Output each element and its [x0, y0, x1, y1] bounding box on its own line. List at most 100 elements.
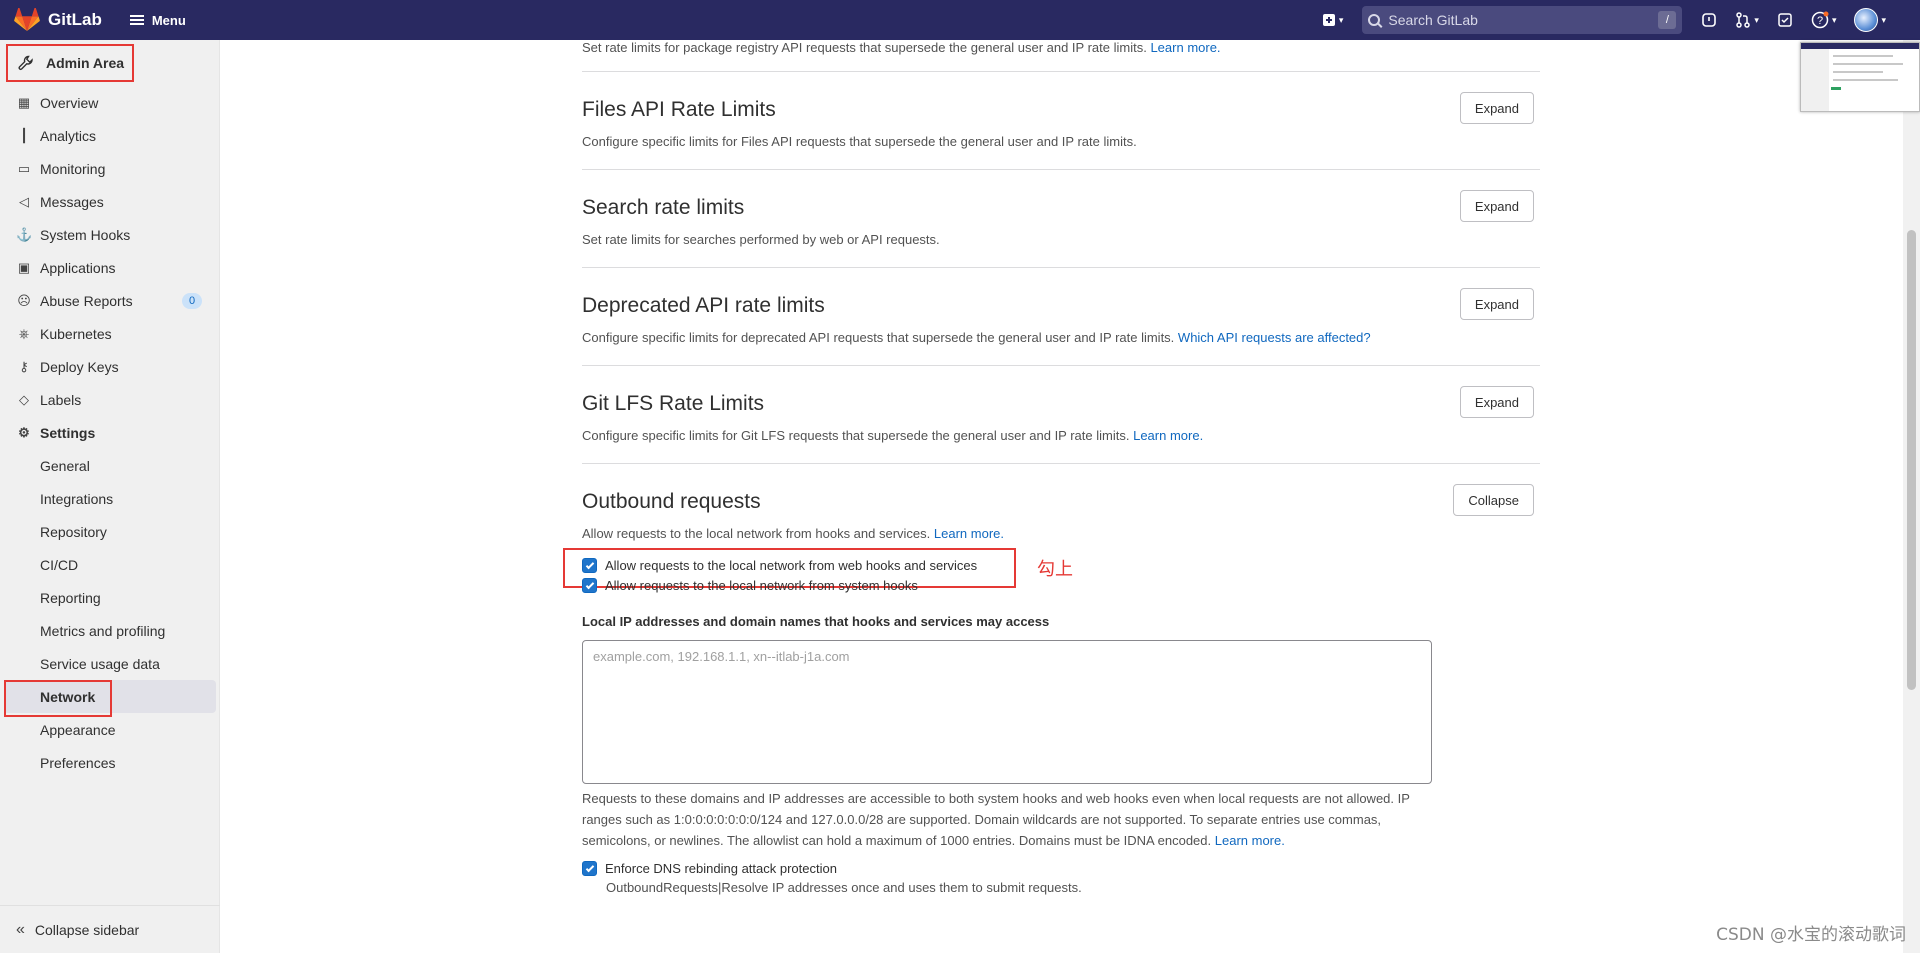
page-scrollbar[interactable]: [1903, 40, 1920, 953]
svg-text:?: ?: [1817, 15, 1823, 27]
sidebar-item-label: Deploy Keys: [40, 358, 119, 375]
sidebar-item-label: Analytics: [40, 127, 97, 144]
allowlist-textarea[interactable]: [582, 640, 1432, 784]
expand-button[interactable]: Expand: [1459, 190, 1534, 222]
checkbox-label: Enforce DNS rebinding attack protection: [605, 861, 837, 876]
overview-icon: ▦: [17, 94, 31, 110]
section-desc: Configure specific limits for deprecated…: [582, 330, 1371, 345]
sidebar-item-label: Kubernetes: [40, 325, 112, 342]
settings-sub-repository[interactable]: Repository: [0, 515, 220, 548]
section-title: Deprecated API rate limits: [582, 294, 825, 317]
dns-rebinding-checkbox[interactable]: [582, 861, 597, 876]
bullhorn-icon: ◁: [19, 193, 29, 209]
sidebar-item-system-hooks[interactable]: ⚓ System Hooks: [0, 218, 220, 251]
sub-item-label: Appearance: [40, 721, 116, 738]
settings-sub-service-usage[interactable]: Service usage data: [0, 647, 220, 680]
expand-button[interactable]: Expand: [1459, 92, 1534, 124]
menu-button[interactable]: Menu: [129, 12, 186, 28]
section-desc: Configure specific limits for Files API …: [582, 134, 1137, 149]
double-chevron-left-icon: «: [16, 920, 25, 938]
sidebar-item-settings[interactable]: ⚙ Settings: [0, 416, 220, 449]
count-badge: 0: [182, 293, 202, 309]
learn-more-link[interactable]: Learn more.: [1133, 428, 1203, 443]
sub-item-label: Network: [40, 688, 96, 705]
sub-item-label: Service usage data: [40, 655, 160, 672]
section-desc: Set rate limits for searches performed b…: [582, 232, 940, 247]
sidebar-item-label: Abuse Reports: [40, 292, 133, 309]
sidebar-item-analytics[interactable]: ┃ Analytics: [0, 119, 220, 152]
settings-sub-appearance[interactable]: Appearance: [0, 713, 220, 746]
sub-item-label: General: [40, 457, 90, 474]
section-files-api: Files API Rate Limits Configure specific…: [582, 71, 1540, 169]
expand-button[interactable]: Expand: [1459, 288, 1534, 320]
search-box[interactable]: /: [1362, 6, 1683, 34]
user-menu[interactable]: ▾: [1854, 8, 1886, 32]
learn-more-link[interactable]: Learn more.: [934, 526, 1004, 541]
annotation-text: 勾上: [1037, 559, 1073, 580]
section-outbound-requests: Outbound requests Allow requests to the …: [563, 463, 1540, 953]
checkbox-label: Allow requests to the local network from…: [605, 558, 978, 573]
settings-sub-preferences[interactable]: Preferences: [0, 746, 220, 779]
monitor-icon: ▭: [17, 160, 31, 176]
package-registry-desc: Set rate limits for package registry API…: [582, 40, 1221, 55]
dns-rebinding-option: Enforce DNS rebinding attack protection: [582, 861, 837, 876]
avatar: [1854, 8, 1879, 32]
sub-item-label: Integrations: [40, 490, 114, 507]
sidebar-item-overview[interactable]: ▦ Overview: [0, 86, 220, 119]
collapse-sidebar-button[interactable]: « Collapse sidebar: [0, 905, 220, 953]
settings-sub-general[interactable]: General: [0, 449, 220, 482]
settings-sub-integrations[interactable]: Integrations: [0, 482, 220, 515]
chart-icon: ┃: [20, 127, 28, 143]
top-navbar: GitLab Menu ▾ / ▾ ? ▾ ▾: [0, 0, 1920, 40]
label-icon: ◇: [19, 391, 29, 407]
sidebar-item-kubernetes[interactable]: ⎈ Kubernetes: [0, 317, 220, 350]
allow-web-hooks-option: Allow requests to the local network from…: [582, 558, 977, 573]
new-item-icon[interactable]: ▾: [1322, 13, 1343, 27]
scrollbar-thumb[interactable]: [1907, 230, 1916, 690]
check-icon: [585, 863, 594, 872]
sub-item-label: Repository: [40, 523, 107, 540]
allowlist-help-text: Requests to these domains and IP address…: [582, 791, 1410, 848]
allow-web-hooks-checkbox[interactable]: [582, 558, 597, 573]
allow-system-hooks-checkbox[interactable]: [582, 578, 597, 593]
issues-icon[interactable]: [1701, 12, 1717, 28]
section-desc: Configure specific limits for Git LFS re…: [582, 428, 1204, 443]
sidebar-item-label: Settings: [40, 424, 96, 441]
top-right-controls: ▾ / ▾ ? ▾ ▾: [1313, 0, 1920, 40]
abuse-icon: ☹: [17, 292, 31, 308]
sidebar-item-labels[interactable]: ◇ Labels: [0, 383, 220, 416]
section-deprecated-api: Deprecated API rate limits Configure spe…: [582, 267, 1540, 365]
sub-item-label: Preferences: [40, 754, 116, 771]
learn-more-link[interactable]: Learn more.: [1215, 833, 1285, 848]
search-input[interactable]: [1388, 12, 1659, 28]
merge-requests-icon[interactable]: ▾: [1735, 12, 1759, 28]
check-icon: [585, 560, 594, 569]
expand-button[interactable]: Expand: [1459, 386, 1534, 418]
collapse-button[interactable]: Collapse: [1453, 484, 1534, 516]
sidebar-item-messages[interactable]: ◁ Messages: [0, 185, 220, 218]
help-icon[interactable]: ? ▾: [1811, 11, 1836, 29]
settings-sub-network[interactable]: Network: [4, 680, 216, 717]
brand-name: GitLab: [48, 10, 102, 29]
sub-item-label: Metrics and profiling: [40, 622, 166, 639]
sidebar-item-deploy-keys[interactable]: ⚷ Deploy Keys: [0, 350, 220, 383]
sidebar-item-abuse-reports[interactable]: ☹ Abuse Reports 0: [0, 284, 220, 317]
gitlab-logo[interactable]: GitLab: [14, 8, 102, 32]
sidebar-item-applications[interactable]: ▣ Applications: [0, 251, 220, 284]
menu-label: Menu: [151, 12, 186, 28]
admin-area-header[interactable]: Admin Area: [6, 44, 134, 82]
todo-icon[interactable]: [1777, 12, 1793, 28]
search-shortcut-badge: /: [1658, 11, 1677, 29]
section-desc: Allow requests to the local network from…: [582, 526, 1004, 541]
settings-sub-ci-cd[interactable]: CI/CD: [0, 548, 220, 581]
checkbox-label: Allow requests to the local network from…: [605, 578, 918, 593]
sidebar-item-monitoring[interactable]: ▭ Monitoring: [0, 152, 220, 185]
settings-sub-metrics[interactable]: Metrics and profiling: [0, 614, 220, 647]
applications-icon: ▣: [17, 259, 31, 275]
settings-sub-reporting[interactable]: Reporting: [0, 581, 220, 614]
collapse-sidebar-label: Collapse sidebar: [34, 921, 140, 938]
section-git-lfs: Git LFS Rate Limits Configure specific l…: [582, 365, 1540, 463]
learn-more-link[interactable]: Learn more.: [1150, 40, 1220, 55]
admin-area-label: Admin Area: [46, 55, 125, 71]
affected-requests-link[interactable]: Which API requests are affected?: [1178, 330, 1371, 345]
